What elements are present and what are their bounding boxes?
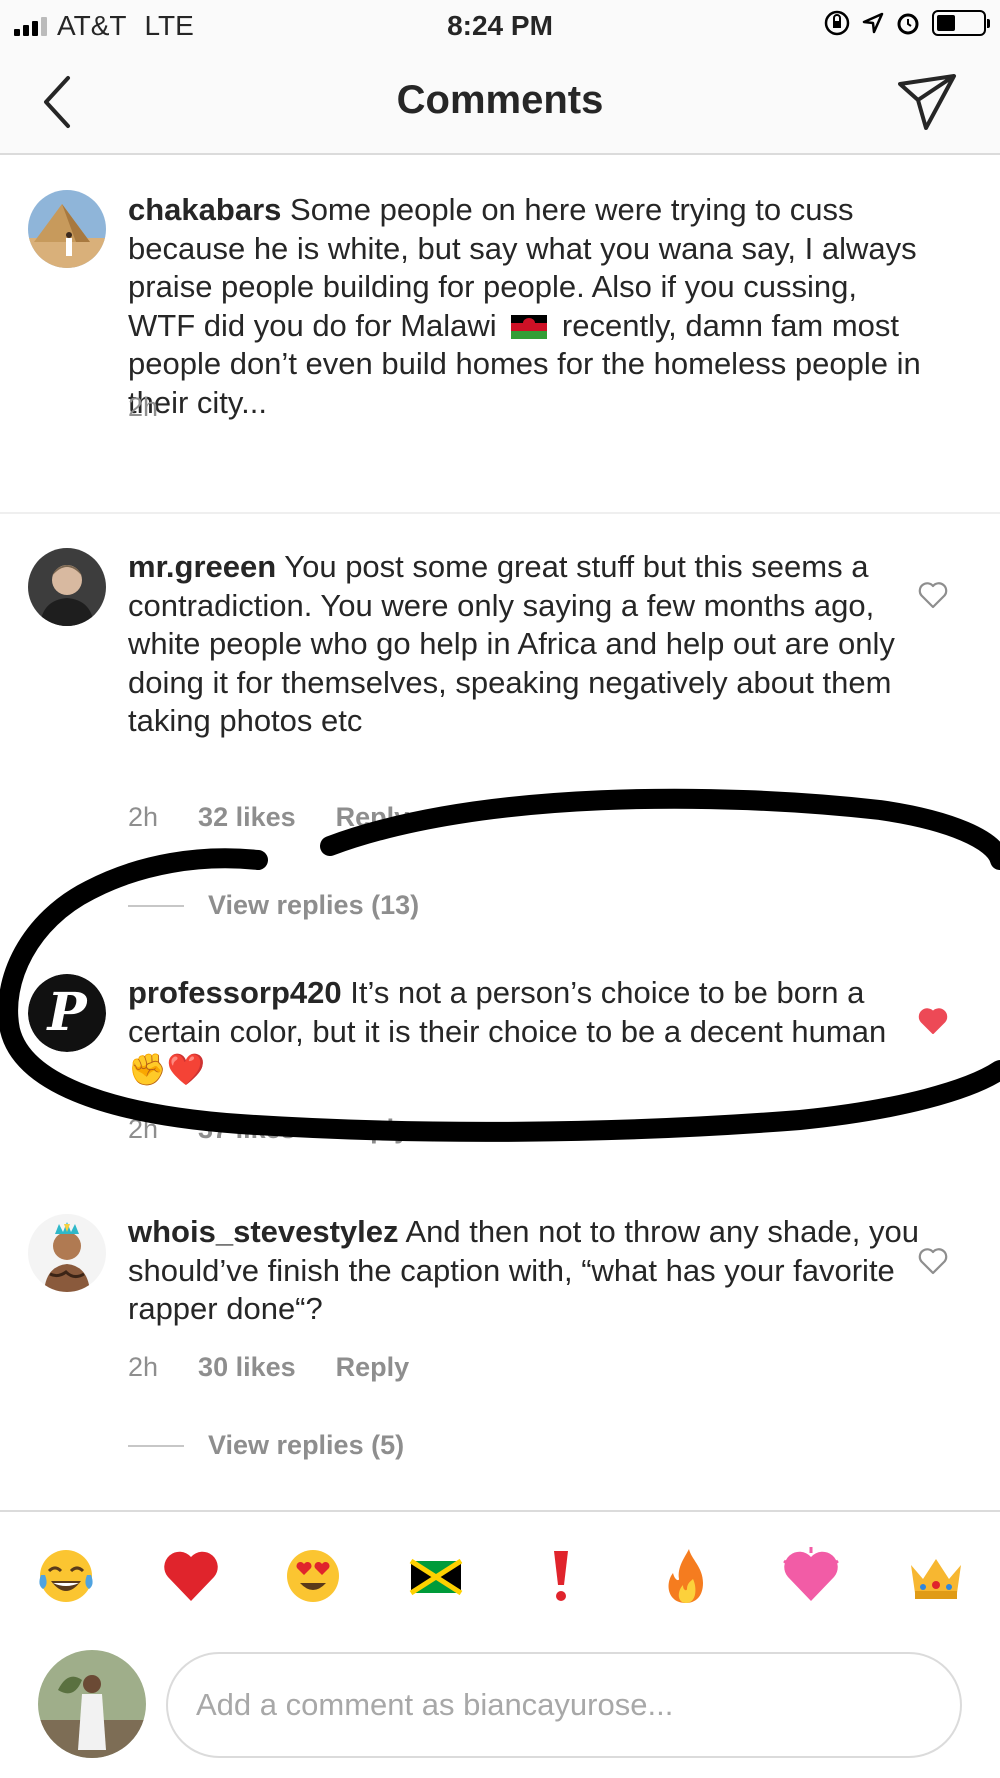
growing-heart-emoji-icon[interactable] <box>780 1545 842 1607</box>
avatar[interactable] <box>28 1214 106 1292</box>
comment-meta: 2h 30 likes Reply <box>128 1352 409 1383</box>
status-bar: AT&T LTE 8:24 PM <box>0 0 1000 50</box>
comment-username[interactable]: chakabars <box>128 192 281 227</box>
heart-eyes-emoji-icon[interactable] <box>282 1545 344 1607</box>
comment-likes[interactable]: 32 likes <box>198 802 296 833</box>
location-icon <box>862 12 884 34</box>
alarm-icon <box>897 13 919 35</box>
red-heart-emoji-icon[interactable] <box>160 1545 222 1607</box>
comment-likes[interactable]: 30 likes <box>198 1352 296 1383</box>
avatar[interactable] <box>28 548 106 626</box>
liked-heart-icon[interactable] <box>918 1007 948 1035</box>
add-comment-input[interactable] <box>196 1680 926 1730</box>
avatar[interactable]: P <box>28 974 106 1052</box>
battery-icon <box>932 10 990 36</box>
comment-composer[interactable] <box>166 1652 962 1758</box>
view-replies-line <box>128 1444 184 1447</box>
page-title: Comments <box>396 78 604 122</box>
exclamation-emoji-icon[interactable] <box>530 1545 592 1607</box>
reply-button[interactable]: Reply <box>336 802 410 833</box>
status-right <box>824 10 990 36</box>
comment-text: mr.greeen You post some great stuff but … <box>128 548 928 741</box>
current-user-avatar[interactable] <box>38 1650 146 1758</box>
comment-likes[interactable]: 37 likes <box>198 1114 296 1145</box>
crown-emoji-icon[interactable] <box>905 1545 967 1607</box>
comment-text: whois_stevestylez And then not to throw … <box>128 1213 928 1329</box>
view-replies-label: View replies (5) <box>208 1430 405 1460</box>
comment-username[interactable]: whois_stevestylez <box>128 1214 399 1249</box>
divider <box>0 512 1000 514</box>
view-replies-button[interactable]: View replies (5) <box>128 1430 404 1461</box>
comment-username[interactable]: professorp420 <box>128 975 342 1010</box>
reply-button[interactable]: Reply <box>336 1352 410 1383</box>
svg-text:P: P <box>45 982 88 1043</box>
fire-emoji-icon[interactable] <box>655 1545 717 1607</box>
view-replies-line <box>128 904 184 907</box>
reply-button[interactable]: Reply <box>336 1114 410 1145</box>
avatar[interactable] <box>28 190 106 268</box>
malawi-flag-icon <box>511 314 548 339</box>
emoji-bar-divider <box>0 1510 1000 1512</box>
tears-of-joy-emoji-icon[interactable] <box>35 1545 97 1607</box>
orientation-lock-icon <box>824 10 850 36</box>
nav-bar: Comments <box>0 50 1000 155</box>
comment-text: professorp420 It’s not a person’s choice… <box>128 974 928 1090</box>
comment-time: 2h <box>128 392 159 422</box>
view-replies-label: View replies (13) <box>208 890 420 920</box>
comment-time: 2h <box>128 802 159 832</box>
comment-time: 2h <box>128 1114 159 1144</box>
comment-meta: 2h <box>128 392 158 423</box>
like-heart-icon[interactable] <box>918 581 948 609</box>
jamaica-flag-icon[interactable] <box>405 1545 467 1607</box>
comment-meta: 2h 37 likes Reply <box>128 1114 409 1145</box>
view-replies-button[interactable]: View replies (13) <box>128 890 419 921</box>
like-heart-icon[interactable] <box>918 1247 948 1275</box>
comment-time: 2h <box>128 1352 159 1382</box>
comment-text: chakabars Some people on here were tryin… <box>128 191 928 422</box>
comment-meta: 2h 32 likes Reply <box>128 802 409 833</box>
send-icon[interactable] <box>896 70 960 134</box>
comment-username[interactable]: mr.greeen <box>128 549 276 584</box>
